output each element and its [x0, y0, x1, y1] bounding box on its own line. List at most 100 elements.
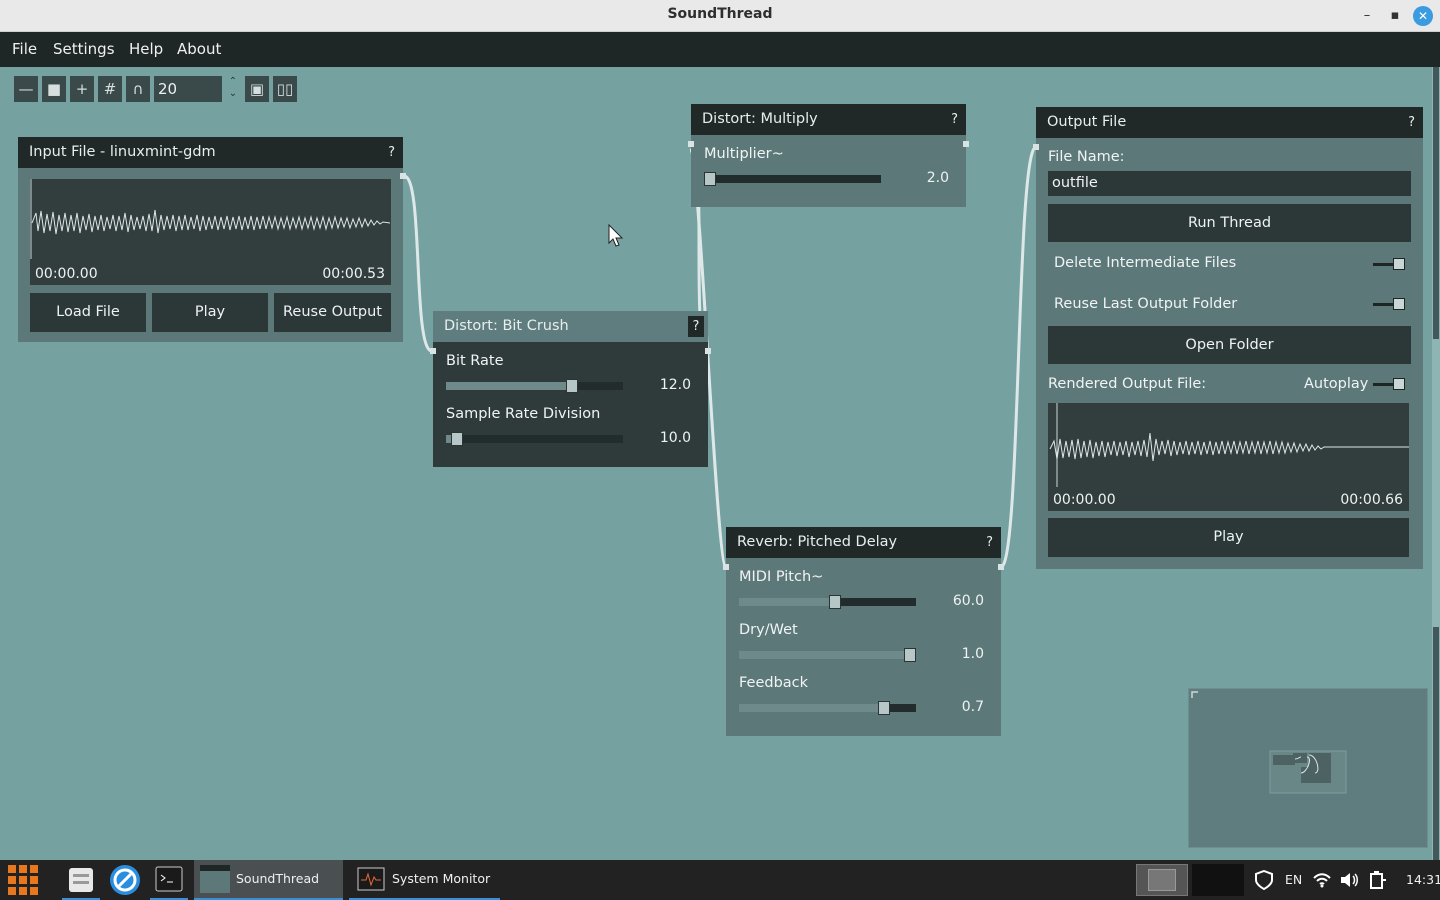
output-waveform[interactable]: 00:00.00 00:00.66: [1048, 403, 1409, 511]
multiply-in-port[interactable]: [688, 141, 694, 147]
param-label-multiplier: Multiplier~: [704, 146, 784, 162]
taskbar-app-system-monitor[interactable]: System Monitor: [349, 860, 500, 900]
wire-input-to-bitcrush: [403, 174, 433, 353]
node-header[interactable]: Output File ?: [1036, 107, 1423, 138]
minimap-toggle-icon[interactable]: ▣: [245, 76, 269, 102]
help-button[interactable]: ?: [951, 104, 958, 135]
waveform-graphic: [30, 179, 391, 259]
workspace-2[interactable]: [1192, 860, 1244, 900]
taskbar-app-soundthread[interactable]: SoundThread: [194, 860, 343, 900]
slider-handle[interactable]: [704, 172, 716, 186]
minimap-graphic: [1191, 691, 1347, 794]
volume-icon[interactable]: [1340, 860, 1360, 900]
grid-snap-icon[interactable]: #: [98, 76, 122, 102]
arrange-nodes-icon[interactable]: ▯▯: [273, 76, 297, 102]
slider-fill: [739, 704, 885, 712]
feedback-value: 0.7: [961, 699, 984, 715]
output-file-node[interactable]: Output File ? File Name: outfile Run Thr…: [1036, 107, 1423, 569]
node-title: Output File: [1047, 114, 1127, 130]
open-folder-button[interactable]: Open Folder: [1048, 326, 1411, 364]
connection-lines-icon[interactable]: ∩: [126, 76, 150, 102]
bitcrush-in-port[interactable]: [430, 348, 436, 354]
rendered-output-label: Rendered Output File:: [1048, 376, 1207, 392]
keyboard-layout[interactable]: EN: [1285, 860, 1302, 900]
node-title: Reverb: Pitched Delay: [737, 534, 898, 550]
input-time-start: 00:00.00: [35, 266, 98, 282]
bitcrush-node[interactable]: Distort: Bit Crush ? Bit Rate 12.0 Sampl…: [433, 311, 708, 467]
load-file-button[interactable]: Load File: [30, 293, 146, 332]
terminal-icon[interactable]: [150, 860, 188, 900]
zoom-out-icon[interactable]: —: [14, 76, 38, 102]
output-time-start: 00:00.00: [1053, 492, 1116, 508]
slider-handle[interactable]: [878, 701, 891, 715]
midi-pitch-slider[interactable]: [739, 595, 916, 609]
reuse-folder-toggle[interactable]: [1373, 298, 1405, 310]
multiplier-slider[interactable]: [704, 172, 881, 186]
wire-reverb-to-output: [999, 145, 1038, 569]
file-manager-icon[interactable]: [62, 860, 100, 900]
chevron-up-icon[interactable]: ⌃: [225, 76, 241, 88]
node-title: Distort: Multiply: [702, 111, 818, 127]
help-button[interactable]: ?: [1408, 107, 1415, 138]
help-button[interactable]: ?: [388, 137, 395, 168]
autoplay-toggle[interactable]: [1373, 378, 1405, 390]
taskbar: SoundThread System Monitor EN 14:31: [0, 860, 1440, 900]
play-input-button[interactable]: Play: [152, 293, 268, 332]
clock: 14:31: [1406, 872, 1440, 887]
file-name-input[interactable]: outfile: [1048, 171, 1411, 196]
reuse-output-button[interactable]: Reuse Output: [274, 293, 391, 332]
bit-rate-slider[interactable]: [446, 379, 623, 393]
node-title: Input File - linuxmint-gdm: [29, 144, 216, 160]
reverb-in-port[interactable]: [723, 564, 729, 570]
zoom-reset-icon[interactable]: ■: [42, 76, 66, 102]
input-file-node[interactable]: Input File - linuxmint-gdm ? 00:00.00 00…: [18, 137, 403, 342]
delete-intermediate-toggle[interactable]: [1373, 258, 1405, 270]
multiply-out-port[interactable]: [963, 141, 969, 147]
help-button[interactable]: ?: [986, 527, 993, 558]
chevron-down-icon[interactable]: ⌄: [225, 88, 241, 100]
node-header[interactable]: Reverb: Pitched Delay ?: [726, 527, 1001, 558]
power-icon[interactable]: [1368, 860, 1388, 900]
sample-rate-division-value: 10.0: [659, 430, 691, 446]
shield-icon[interactable]: [1254, 860, 1274, 900]
dry-wet-slider[interactable]: [739, 648, 916, 662]
slider-handle[interactable]: [565, 379, 578, 393]
slider-handle[interactable]: [450, 432, 463, 446]
file-name-label: File Name:: [1048, 149, 1125, 165]
play-output-button[interactable]: Play: [1048, 518, 1409, 557]
snap-distance-input[interactable]: 20: [154, 76, 222, 102]
param-label-midi-pitch: MIDI Pitch~: [739, 569, 824, 585]
wifi-icon[interactable]: [1312, 860, 1332, 900]
reverb-node[interactable]: Reverb: Pitched Delay ? MIDI Pitch~ 60.0…: [726, 527, 1001, 736]
bit-rate-value: 12.0: [659, 377, 691, 393]
reverb-out-port[interactable]: [998, 564, 1004, 570]
workspace-1[interactable]: [1136, 860, 1188, 900]
param-label-feedback: Feedback: [739, 675, 809, 691]
sample-rate-division-slider[interactable]: [446, 432, 623, 446]
zoom-in-icon[interactable]: +: [70, 76, 94, 102]
feedback-slider[interactable]: [739, 701, 916, 715]
taskbar-label: SoundThread: [236, 871, 320, 886]
run-thread-button[interactable]: Run Thread: [1048, 204, 1411, 242]
node-header[interactable]: Distort: Multiply ?: [691, 104, 966, 135]
input-waveform[interactable]: 00:00.00 00:00.53: [30, 179, 391, 285]
dry-wet-value: 1.0: [961, 646, 984, 662]
app-menu-icon[interactable]: [6, 860, 38, 900]
node-header[interactable]: Input File - linuxmint-gdm ?: [18, 137, 403, 168]
node-title: Distort: Bit Crush: [444, 318, 569, 334]
help-button[interactable]: ?: [688, 316, 704, 337]
slider-handle[interactable]: [904, 648, 916, 662]
snap-stepper[interactable]: ⌃ ⌄: [225, 76, 241, 102]
slider-fill: [446, 382, 572, 390]
slider-handle[interactable]: [828, 595, 841, 609]
param-label-sample-rate-division: Sample Rate Division: [446, 406, 601, 422]
browser-icon[interactable]: [106, 860, 144, 900]
input-time-end: 00:00.53: [322, 266, 385, 282]
input-node-out-port[interactable]: [400, 173, 406, 179]
slider-fill: [739, 598, 835, 606]
node-header[interactable]: Distort: Bit Crush ?: [433, 311, 708, 342]
bitcrush-out-port[interactable]: [705, 348, 711, 354]
minimap[interactable]: [1188, 688, 1428, 848]
output-node-in-port[interactable]: [1033, 144, 1039, 150]
multiply-node[interactable]: Distort: Multiply ? Multiplier~ 2.0: [691, 104, 966, 207]
